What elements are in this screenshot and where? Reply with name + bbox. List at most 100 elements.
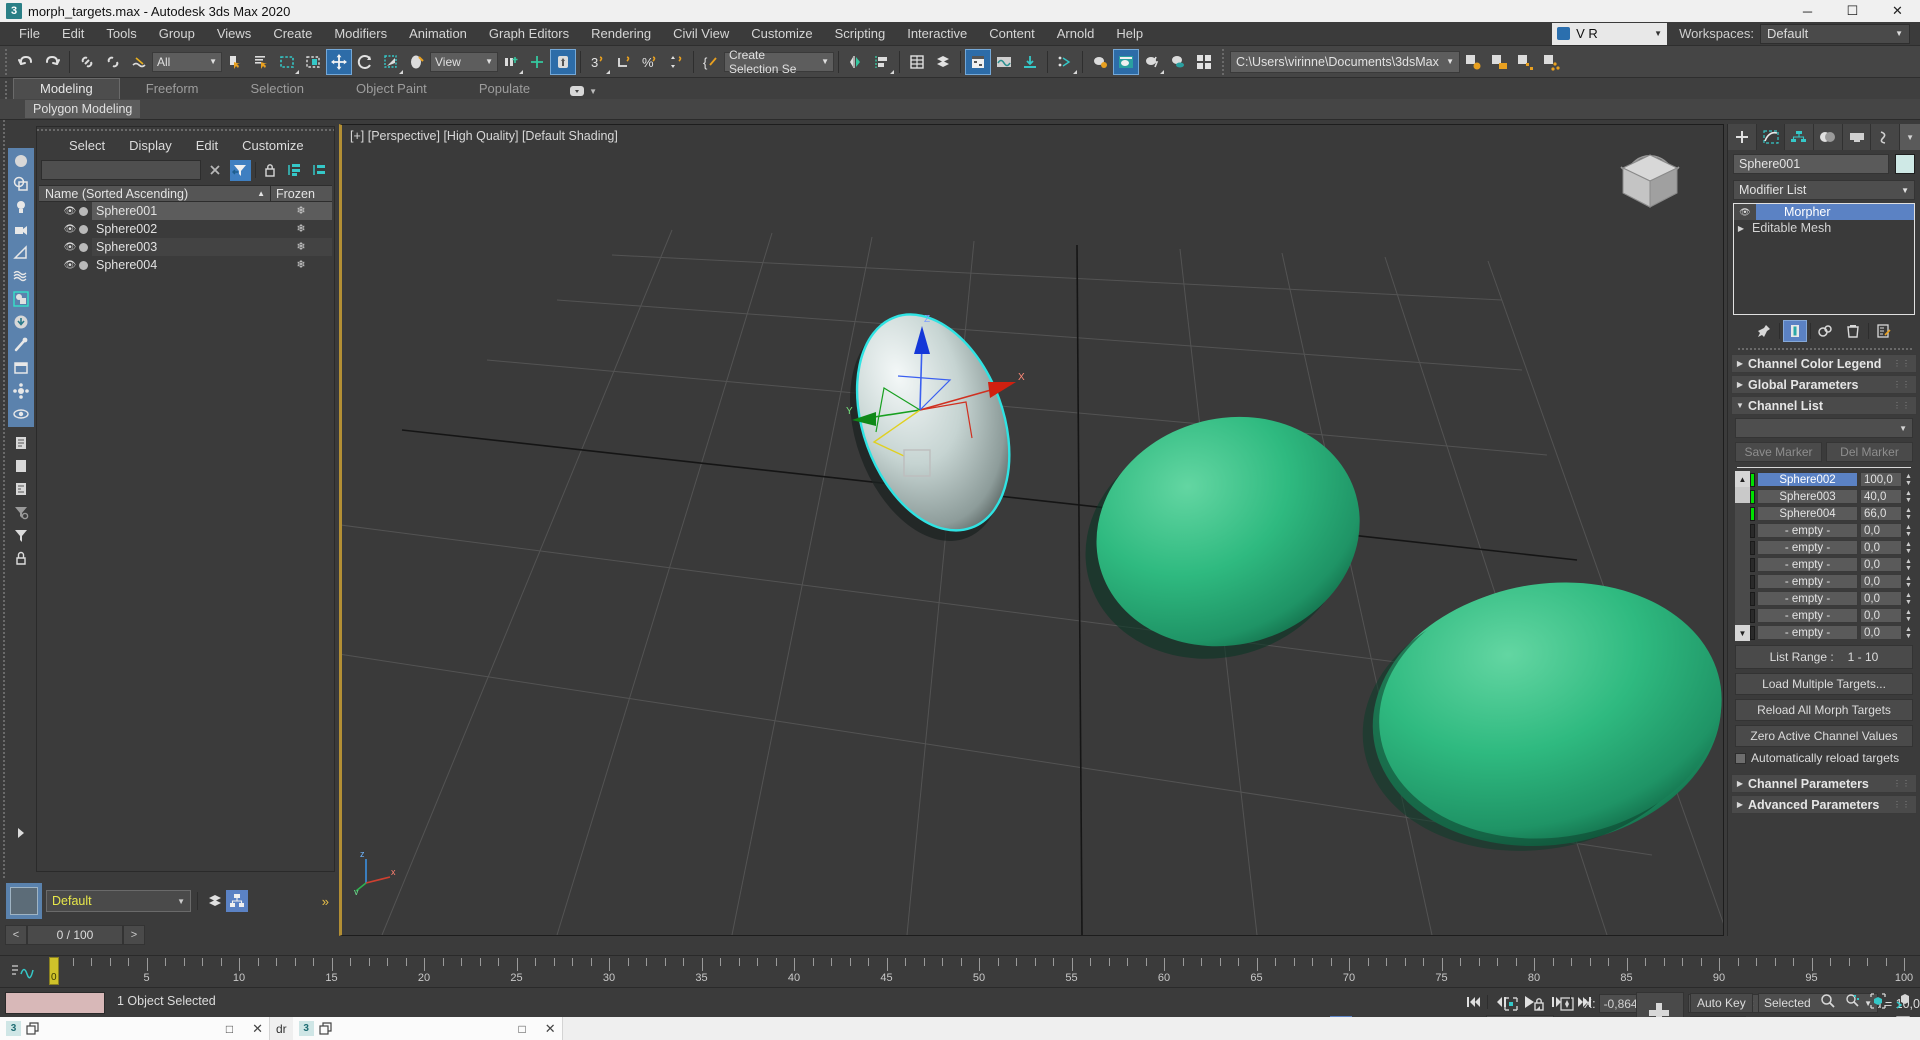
schematic-view-icon[interactable] [991,49,1017,75]
material-editor-icon[interactable] [1087,49,1113,75]
rollout-advanced-parameters[interactable]: ▶ Advanced Parameters ⋮⋮ [1731,795,1917,814]
channel-row[interactable]: - empty - 0,0 ▲▼ [1750,590,1913,607]
undo-icon[interactable] [13,49,39,75]
channel-list-scrollbar[interactable]: ▲ ▼ [1735,471,1750,641]
auto-key-button[interactable]: Auto Key [1690,993,1753,1013]
object-name[interactable]: Sphere003 [92,238,270,256]
channel-row[interactable]: - empty - 0,0 ▲▼ [1750,556,1913,573]
render-in-cloud-icon[interactable] [1191,49,1217,75]
time-slider-handle[interactable]: 0 [49,957,59,985]
menu-item-views[interactable]: Views [206,24,262,43]
particle-view-icon[interactable] [1052,49,1078,75]
ribbon-tab-object-paint[interactable]: Object Paint [330,79,453,99]
percent-snap-toggle-icon[interactable] [663,49,689,75]
toolbar-grip-2[interactable] [1220,49,1227,75]
select-object-icon[interactable] [222,49,248,75]
channel-value[interactable]: 0,0 [1860,523,1902,538]
channel-name[interactable]: Sphere003 [1757,489,1858,504]
channel-value[interactable]: 0,0 [1860,608,1902,623]
list-range-button[interactable]: List Range : 1 - 10 [1735,645,1913,669]
view-cube[interactable] [1607,143,1693,221]
tab-motion[interactable] [1814,124,1843,150]
rollout-grip[interactable]: ⋮⋮ [1893,401,1911,410]
channel-value[interactable]: 0,0 [1860,574,1902,589]
rendered-frame-window-icon[interactable] [1139,49,1165,75]
ribbon-tab-populate[interactable]: Populate [453,79,556,99]
lock-selection-icon[interactable] [8,545,34,571]
workspace-selector[interactable]: Default ▼ [1760,24,1910,44]
load-multiple-targets-button[interactable]: Load Multiple Targets... [1735,673,1913,695]
goto-end-icon[interactable] [1574,992,1596,1012]
table-row[interactable]: 👁 Sphere002 ❄ [39,220,332,238]
select-link-icon[interactable] [74,49,100,75]
spinner-icon[interactable]: ▲▼ [1904,609,1913,623]
del-marker-button[interactable]: Del Marker [1826,442,1913,462]
layer-selector[interactable]: Default ▼ [46,890,191,912]
configure-modifier-sets-icon[interactable] [1872,320,1896,342]
edit-named-selection-sets-icon[interactable]: { [698,49,724,75]
select-and-place-icon[interactable] [404,49,430,75]
material-explorer-icon[interactable] [1017,49,1043,75]
object-name[interactable]: Sphere002 [92,220,270,238]
spinner-icon[interactable]: ▲▼ [1904,524,1913,538]
channel-row[interactable]: - empty - 0,0 ▲▼ [1750,539,1913,556]
current-time-field[interactable]: 0 / 100 [27,925,123,945]
object-name[interactable]: Sphere004 [92,256,270,274]
channel-row[interactable]: Sphere004 66,0 ▲▼ [1750,505,1913,522]
auto-reload-checkbox[interactable] [1735,753,1746,764]
tab-utilities[interactable] [1871,124,1900,150]
modifier-stack-item-editable-mesh[interactable]: ▶ Editable Mesh [1734,220,1914,236]
curve-editor-icon[interactable] [965,49,991,75]
spinner-icon[interactable]: ▲▼ [1904,575,1913,589]
menu-item-scripting[interactable]: Scripting [824,24,897,43]
expand-panel-icon[interactable] [8,820,34,846]
select-and-manipulate-icon[interactable]: 3 [585,49,611,75]
rollout-grip[interactable]: ⋮⋮ [1893,779,1911,788]
scroll-down-icon[interactable]: ▼ [1735,625,1750,641]
zoom-extents-icon[interactable] [1867,991,1889,1011]
select-and-move-icon[interactable] [326,49,352,75]
named-selection-sets-combo[interactable]: Create Selection Se ▼ [724,52,834,72]
use-transform-coordinate-center-icon[interactable] [550,49,576,75]
rollout-global-parameters[interactable]: ▶ Global Parameters ⋮⋮ [1731,375,1917,394]
modifier-stack-item-morpher[interactable]: 👁 Morpher [1734,204,1914,220]
viewport-label[interactable]: [+] [Perspective] [High Quality] [Defaul… [350,129,618,143]
spinner-icon[interactable]: ▲▼ [1904,626,1913,640]
timeline-track-bar[interactable]: 5101520253035404550556065707580859095100… [0,955,1920,987]
tab-display[interactable] [1843,124,1872,150]
expand-arrow-icon[interactable]: ▶ [1734,224,1748,233]
spinner-icon[interactable]: ▲▼ [1904,507,1913,521]
use-selection-center-icon[interactable] [524,49,550,75]
chevron-down-icon[interactable]: ▼ [1900,124,1920,150]
marker-combo[interactable]: ▼ [1735,418,1913,438]
tab-modify[interactable] [1757,124,1786,150]
object-name-field[interactable]: Sphere001 [1733,154,1889,174]
remove-modifier-icon[interactable] [1841,320,1865,342]
visibility-eye-icon[interactable]: 👁 [63,260,77,271]
zero-active-channel-values-button[interactable]: Zero Active Channel Values [1735,725,1913,747]
menu-item-modifiers[interactable]: Modifiers [323,24,398,43]
scene-explorer-toggle-icon[interactable] [226,890,248,912]
prev-frame-button[interactable]: < [5,925,27,945]
show-end-result-icon[interactable] [1783,320,1807,342]
timeline-ruler[interactable]: 5101520253035404550556065707580859095100 [48,956,1910,988]
maximize-button[interactable]: ☐ [1830,0,1875,22]
menu-item-arnold[interactable]: Arnold [1046,24,1106,43]
channel-value[interactable]: 0,0 [1860,625,1902,640]
unlink-selection-icon[interactable] [100,49,126,75]
reference-coordinate-combo[interactable]: View ▼ [430,52,498,72]
play-animation-icon[interactable] [1516,992,1542,1012]
explorer-menu-edit[interactable]: Edit [184,136,230,155]
channel-row[interactable]: Sphere003 40,0 ▲▼ [1750,488,1913,505]
material-preview-swatch[interactable] [6,883,42,919]
channel-name[interactable]: - empty - [1757,540,1858,555]
next-frame-icon[interactable] [1545,992,1567,1012]
snap-toggle-icon[interactable] [611,49,637,75]
rectangular-selection-region-icon[interactable] [274,49,300,75]
channel-row[interactable]: Sphere002 100,0 ▲▼ [1750,471,1913,488]
menu-item-interactive[interactable]: Interactive [896,24,978,43]
layer-explorer-icon[interactable] [204,890,226,912]
channel-name[interactable]: - empty - [1757,625,1858,640]
menu-item-animation[interactable]: Animation [398,24,478,43]
channel-row[interactable]: - empty - 0,0 ▲▼ [1750,624,1913,641]
